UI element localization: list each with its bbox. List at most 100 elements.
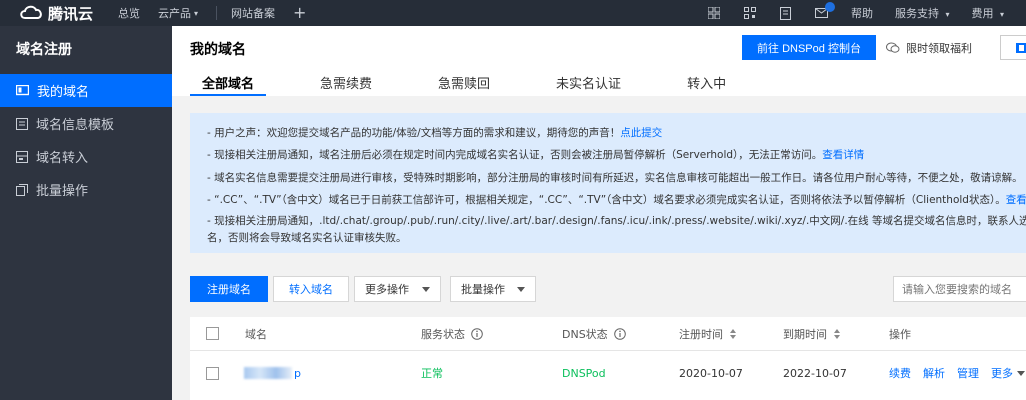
header-register-date[interactable]: 注册时间 bbox=[679, 317, 737, 350]
nav-cloud-products[interactable]: 云产品 ▾ bbox=[158, 5, 198, 21]
row-checkbox[interactable] bbox=[206, 366, 219, 380]
sidebar-item-domain-transfer[interactable]: 域名转入 bbox=[0, 140, 172, 173]
topbar-right-tools: 帮助 服务支持 ▾ 费用 ▾ bbox=[707, 0, 1026, 26]
domain-toolbar: 注册域名 转入域名 更多操作 批量操作 bbox=[190, 276, 1026, 302]
header-actions: 操作 bbox=[889, 327, 911, 341]
notice-line: - “.CC”、“.TV”（含中文）域名已于日前获工信部许可，根据相关规定，“.… bbox=[207, 189, 1026, 211]
sidebar-item-label: 我的域名 bbox=[37, 85, 90, 100]
notice-line: - 域名实名信息需要提交注册局进行审核，受特殊时期影响，部分注册局的审核时间有所… bbox=[207, 167, 1026, 189]
notice-text: - 现接相关注册局通知，.ltd/.chat/.group/.pub/.run/… bbox=[207, 214, 1026, 227]
notice-line: - 用户之声：欢迎您提交域名产品的功能/体验/文档等方面的需求和建议，期待您的声… bbox=[207, 122, 1026, 144]
welfare-link[interactable]: 限时领取福利 bbox=[886, 40, 972, 56]
select-all-checkbox[interactable] bbox=[206, 327, 219, 340]
tencent-cloud-logo[interactable]: 腾讯云 bbox=[0, 3, 118, 24]
domain-search-input[interactable] bbox=[893, 276, 1026, 302]
transfer-icon bbox=[16, 150, 28, 163]
info-icon[interactable] bbox=[471, 327, 483, 340]
notice-panel: - 用户之声：欢迎您提交域名产品的功能/体验/文档等方面的需求和建议，期待您的声… bbox=[190, 113, 1026, 253]
header-expire-date[interactable]: 到期时间 bbox=[783, 317, 841, 350]
grid-icon[interactable] bbox=[707, 6, 721, 20]
plus-icon[interactable]: + bbox=[293, 5, 306, 21]
chevron-down-icon: ▾ bbox=[945, 10, 950, 19]
monitor-icon bbox=[16, 84, 29, 95]
tab-urgent-redemption[interactable]: 急需赎回 bbox=[426, 73, 502, 96]
sort-icon[interactable] bbox=[833, 328, 841, 339]
header-service-status: 服务状态 bbox=[421, 317, 483, 350]
sidebar-title: 域名注册 bbox=[16, 42, 72, 58]
header-label: 注册时间 bbox=[679, 327, 723, 341]
chevron-down-icon: ▾ bbox=[194, 8, 199, 18]
qrcode-icon[interactable] bbox=[743, 6, 757, 20]
notice-line: - 现接相关注册局通知，域名注册后必须在规定时间内完成域名实名认证，否则会被注册… bbox=[207, 144, 1026, 166]
dns-status-value: DNSPod bbox=[562, 366, 606, 380]
tab-all-domains[interactable]: 全部域名 bbox=[190, 73, 267, 96]
go-to-dnspod-button[interactable]: 前往 DNSPod 控制台 bbox=[742, 35, 876, 60]
nav-cloud-products-label: 云产品 bbox=[158, 7, 191, 20]
chevron-down-icon: ▾ bbox=[999, 10, 1004, 19]
table-row: p 正常 DNSPod 2020-10-07 2022-10-07 续费 解析 … bbox=[190, 351, 1026, 395]
submit-feedback-link[interactable]: 点此提交 bbox=[620, 127, 662, 139]
batch-icon bbox=[16, 183, 28, 196]
register-date-value: 2020-10-07 bbox=[679, 366, 743, 380]
sort-icon[interactable] bbox=[729, 328, 737, 339]
redacted-domain bbox=[244, 367, 292, 379]
register-domain-button[interactable]: 注册域名 bbox=[190, 276, 268, 302]
template-icon bbox=[16, 117, 28, 130]
caret-down-icon bbox=[422, 286, 430, 292]
more-link[interactable]: 更多 bbox=[991, 365, 1013, 381]
view-guide-link[interactable]: 查看指引 bbox=[1006, 194, 1026, 206]
mail-icon[interactable] bbox=[815, 2, 835, 20]
header-label: 到期时间 bbox=[783, 327, 827, 341]
domain-table: 域名 服务状态 DNS状态 注册时间 到期时间 操作 p 正常 DNSPod 2… bbox=[190, 317, 1026, 400]
sidebar-item-domain-templates[interactable]: 域名信息模板 bbox=[0, 107, 172, 140]
nav-billing[interactable]: 费用 ▾ bbox=[971, 5, 1004, 21]
tab-urgent-renewal[interactable]: 急需续费 bbox=[308, 73, 384, 96]
info-icon[interactable] bbox=[613, 327, 626, 340]
batch-actions-dropdown[interactable]: 批量操作 bbox=[450, 276, 536, 302]
row-actions: 续费 解析 管理 更多 bbox=[889, 351, 1025, 395]
sidebar-item-label: 批量操作 bbox=[36, 184, 89, 199]
sidebar-item-batch-operations[interactable]: 批量操作 bbox=[0, 173, 172, 206]
welfare-link-label: 限时领取福利 bbox=[906, 42, 972, 55]
header-dns-status: DNS状态 bbox=[562, 317, 626, 350]
resolve-link[interactable]: 解析 bbox=[923, 365, 945, 381]
renew-link[interactable]: 续费 bbox=[889, 365, 911, 381]
header-label: DNS状态 bbox=[562, 327, 608, 341]
notice-text: - “.CC”、“.TV”（含中文）域名已于日前获工信部许可，根据相关规定，“.… bbox=[207, 194, 1006, 207]
nav-service-support[interactable]: 服务支持 ▾ bbox=[895, 5, 950, 21]
caret-down-icon[interactable] bbox=[1017, 370, 1025, 376]
service-status-value: 正常 bbox=[421, 367, 443, 380]
nav-service-support-label: 服务支持 bbox=[894, 7, 939, 20]
document-icon[interactable] bbox=[779, 6, 793, 20]
chat-bubble-icon bbox=[886, 42, 900, 53]
notice-line: 名，否则将会导致域名实名认证审核失败。 bbox=[207, 231, 1026, 245]
sidebar: 域名注册 我的域名 域名信息模板 域名转入 批量操作 bbox=[0, 26, 172, 400]
nav-divider bbox=[216, 6, 218, 20]
table-header: 域名 服务状态 DNS状态 注册时间 到期时间 操作 bbox=[190, 317, 1026, 351]
page-title: 我的域名 bbox=[190, 42, 246, 58]
nav-billing-label: 费用 bbox=[971, 7, 994, 20]
tab-transferring[interactable]: 转入中 bbox=[675, 73, 738, 96]
transfer-domain-button[interactable]: 转入域名 bbox=[273, 276, 349, 302]
more-actions-dropdown[interactable]: 更多操作 bbox=[354, 276, 441, 302]
panel-toggle-button[interactable] bbox=[1000, 35, 1026, 60]
domain-suffix: p bbox=[294, 366, 301, 380]
tab-unverified[interactable]: 未实名认证 bbox=[544, 73, 633, 96]
main-content: 我的域名 前往 DNSPod 控制台 限时领取福利 全部域名 急需续费 急需赎回… bbox=[172, 26, 1026, 400]
notification-badge bbox=[824, 2, 835, 12]
header-domain: 域名 bbox=[245, 327, 267, 341]
expire-date-value: 2022-10-07 bbox=[783, 366, 847, 380]
nav-help[interactable]: 帮助 bbox=[851, 5, 873, 21]
row-select-cell bbox=[206, 351, 219, 395]
notice-text: - 域名实名信息需要提交注册局进行审核，受特殊时期影响，部分注册局的审核时间有所… bbox=[207, 171, 1023, 184]
logo-text: 腾讯云 bbox=[48, 4, 94, 23]
nav-overview[interactable]: 总览 bbox=[118, 5, 140, 21]
panel-icon bbox=[1016, 43, 1026, 53]
sidebar-item-my-domains[interactable]: 我的域名 bbox=[0, 74, 172, 107]
manage-link[interactable]: 管理 bbox=[957, 365, 979, 381]
top-navigation-bar: 腾讯云 总览 云产品 ▾ 网站备案 + 帮助 服务支持 ▾ 费用 ▾ bbox=[0, 0, 1026, 26]
nav-icp-filing[interactable]: 网站备案 bbox=[231, 5, 275, 21]
header-label: 服务状态 bbox=[421, 327, 465, 341]
view-details-link[interactable]: 查看详情 bbox=[822, 149, 864, 161]
domain-name-link[interactable]: p bbox=[244, 351, 301, 395]
